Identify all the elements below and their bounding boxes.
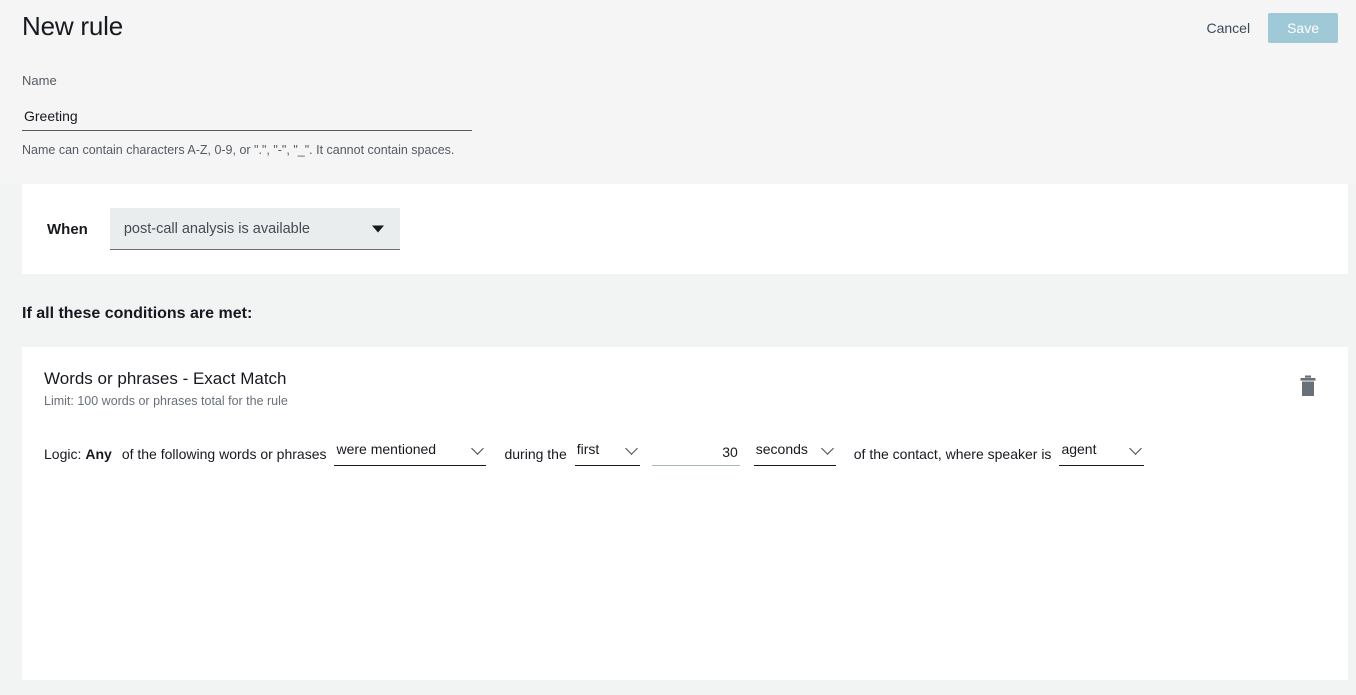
- contact-text: of the contact, where speaker is: [853, 446, 1052, 462]
- name-input[interactable]: [22, 108, 472, 131]
- during-text: during the: [504, 446, 567, 462]
- condition-subtitle: Limit: 100 words or phrases total for th…: [44, 394, 288, 408]
- logic-middle-text: of the following words or phrases: [121, 446, 327, 462]
- when-trigger-select[interactable]: post-call analysis is available: [109, 208, 400, 250]
- duration-unit-select[interactable]: seconds: [753, 441, 836, 466]
- logic-prefix: Logic:: [44, 446, 82, 462]
- condition-title: Words or phrases - Exact Match: [44, 369, 287, 388]
- position-select[interactable]: first: [574, 441, 640, 466]
- logic-operator: Any: [85, 446, 112, 462]
- when-card: When post-call analysis is available: [22, 184, 1348, 274]
- speaker-select[interactable]: agent: [1059, 441, 1145, 466]
- trash-icon: [1300, 375, 1316, 396]
- condition-card: Words or phrases - Exact Match Limit: 10…: [22, 347, 1348, 680]
- name-section: Name Name can contain characters A-Z, 0-…: [0, 57, 1356, 184]
- caret-down-icon: [371, 225, 384, 232]
- cancel-button[interactable]: Cancel: [1202, 15, 1254, 41]
- match-type-value: were mentioned: [336, 441, 437, 457]
- page-title: New rule: [22, 11, 123, 41]
- chevron-down-icon: [820, 442, 834, 455]
- chevron-down-icon: [471, 442, 485, 455]
- speaker-value: agent: [1061, 441, 1097, 457]
- when-trigger-value: post-call analysis is available: [123, 220, 310, 237]
- when-label: When: [47, 220, 88, 238]
- logic-row: Logic: Any of the following words or phr…: [44, 441, 1348, 466]
- position-value: first: [576, 441, 600, 457]
- save-button[interactable]: Save: [1268, 13, 1338, 43]
- page-header: New rule Cancel Save: [0, 0, 1356, 57]
- name-hint: Name can contain characters A-Z, 0-9, or…: [22, 143, 455, 157]
- delete-condition-button[interactable]: [1294, 371, 1322, 401]
- conditions-heading: If all these conditions are met:: [22, 305, 253, 322]
- duration-unit-value: seconds: [755, 441, 808, 457]
- chevron-down-icon: [1129, 442, 1143, 455]
- name-label: Name: [22, 73, 57, 88]
- duration-input[interactable]: [651, 441, 740, 466]
- header-actions: Cancel Save: [1202, 13, 1338, 43]
- match-type-select[interactable]: were mentioned: [334, 441, 487, 466]
- chevron-down-icon: [624, 442, 638, 455]
